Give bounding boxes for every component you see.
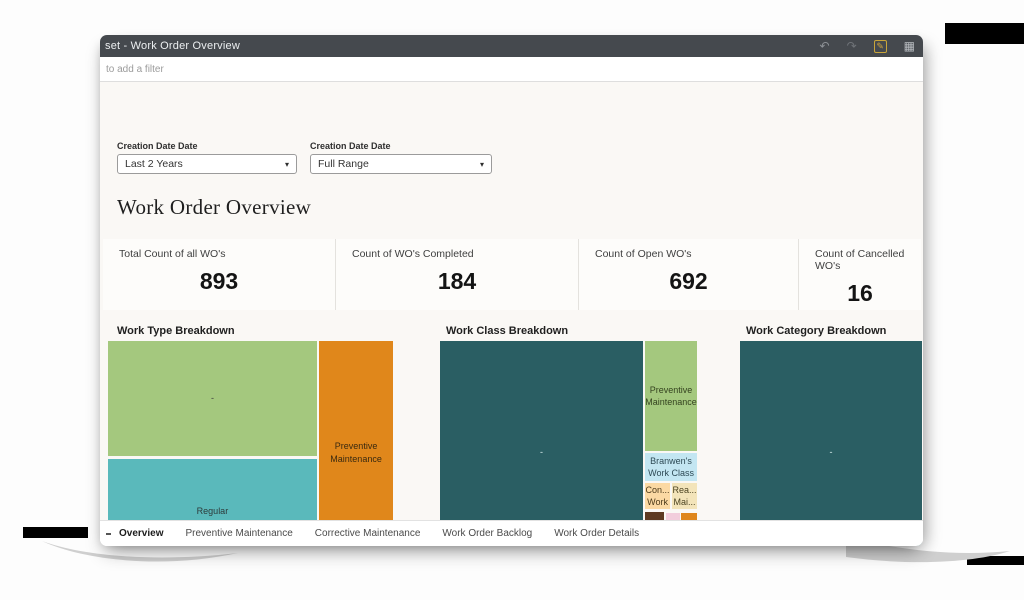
treemap-work-category: -: [740, 341, 922, 546]
chart-title-work-class: Work Class Breakdown: [446, 325, 568, 337]
treemap-node-label: -: [540, 446, 543, 458]
treemap-node-label: Preventive Maintenance: [645, 384, 697, 408]
redo-icon[interactable]: ↷: [847, 40, 857, 52]
treemap-node-label: Regular: [197, 505, 229, 517]
treemap-node-label: -: [830, 446, 833, 458]
chevron-down-icon: ▾: [480, 160, 484, 169]
treemap-node-con-work[interactable]: Con... Work: [645, 483, 670, 509]
tab-preventive-maintenance[interactable]: Preventive Maintenance: [185, 528, 292, 539]
tab-corrective-maintenance[interactable]: Corrective Maintenance: [315, 528, 421, 539]
treemap-node-preventive-maintenance[interactable]: Preventive Maintenance: [645, 341, 697, 451]
cropped-icon: [106, 533, 111, 535]
treemap-node-label: -: [211, 392, 214, 404]
treemap-work-class: - Preventive Maintenance Branwen's Work Cl…: [440, 341, 697, 546]
chevron-down-icon: ▾: [285, 160, 289, 169]
treemap-node-branwens-work-class[interactable]: Branwen's Work Class: [645, 453, 697, 481]
filter-label-2: Creation Date Date: [310, 141, 391, 151]
kpi-completed-wos[interactable]: Count of WO's Completed 184: [335, 239, 578, 310]
filter-bar-hint: to add a filter: [100, 64, 164, 75]
chart-title-work-type: Work Type Breakdown: [117, 325, 235, 337]
kpi-label: Count of WO's Completed: [336, 248, 578, 260]
kpi-value: 16: [799, 280, 921, 307]
kpi-label: Total Count of all WO's: [103, 248, 335, 260]
window-title: set - Work Order Overview: [100, 40, 240, 52]
chart-title-work-category: Work Category Breakdown: [746, 325, 886, 337]
date-range-select-2[interactable]: Full Range ▾: [310, 154, 492, 174]
kpi-label: Count of Open WO's: [579, 248, 798, 260]
kpi-label: Count of Cancelled WO's: [799, 248, 921, 272]
date-range-select-1-value: Last 2 Years: [125, 158, 183, 170]
kpi-open-wos[interactable]: Count of Open WO's 692: [578, 239, 798, 310]
kpi-cancelled-wos[interactable]: Count of Cancelled WO's 16: [798, 239, 921, 310]
treemap-node-label: Con... Work: [646, 484, 670, 508]
treemap-node-blank[interactable]: -: [108, 341, 317, 456]
treemap-node-blank[interactable]: -: [740, 341, 922, 546]
filter-label-1: Creation Date Date: [117, 141, 198, 151]
kpi-value: 184: [336, 268, 578, 295]
kpi-total-wos[interactable]: Total Count of all WO's 893: [103, 239, 335, 310]
treemap-node-preventive-maintenance[interactable]: Preventive Maintenance: [319, 341, 393, 546]
decor-black-bar-bottom-left: [23, 527, 88, 538]
treemap-node-rea-mai[interactable]: Rea... Mai...: [672, 483, 697, 509]
kpi-value: 692: [579, 268, 798, 295]
bottom-tab-bar: Overview Preventive Maintenance Correcti…: [100, 520, 923, 546]
calendar-grid-icon[interactable]: ▦: [904, 40, 915, 52]
title-bar: set - Work Order Overview ↶ ↷ ✎ ▦: [100, 35, 923, 57]
dashboard-canvas: Creation Date Date Last 2 Years ▾ Creati…: [100, 82, 923, 520]
treemap-node-blank[interactable]: -: [440, 341, 643, 546]
date-range-select-1[interactable]: Last 2 Years ▾: [117, 154, 297, 174]
treemap-node-label: Branwen's Work Class: [648, 455, 694, 479]
kpi-value: 893: [103, 268, 335, 295]
tab-work-order-details[interactable]: Work Order Details: [554, 528, 639, 539]
treemap-node-label: Preventive Maintenance: [330, 440, 382, 464]
page-title: Work Order Overview: [117, 195, 311, 220]
treemap-node-label: Rea... Mai...: [673, 484, 697, 508]
treemap-work-type: - Regular Preventive Maintenance: [108, 341, 393, 546]
tab-work-order-backlog[interactable]: Work Order Backlog: [442, 528, 532, 539]
decor-black-bar-top-right: [945, 23, 1024, 44]
filter-bar[interactable]: to add a filter: [100, 57, 923, 82]
titlebar-icon-group: ↶ ↷ ✎ ▦: [820, 35, 915, 57]
date-range-select-2-value: Full Range: [318, 158, 369, 170]
tab-overview[interactable]: Overview: [119, 528, 163, 539]
decor-black-bar-bottom-right: [967, 556, 1024, 565]
app-window: set - Work Order Overview ↶ ↷ ✎ ▦ to add…: [100, 35, 923, 546]
undo-icon[interactable]: ↶: [820, 40, 830, 52]
edit-icon[interactable]: ✎: [874, 40, 887, 53]
kpi-band: Total Count of all WO's 893 Count of WO'…: [103, 239, 921, 310]
